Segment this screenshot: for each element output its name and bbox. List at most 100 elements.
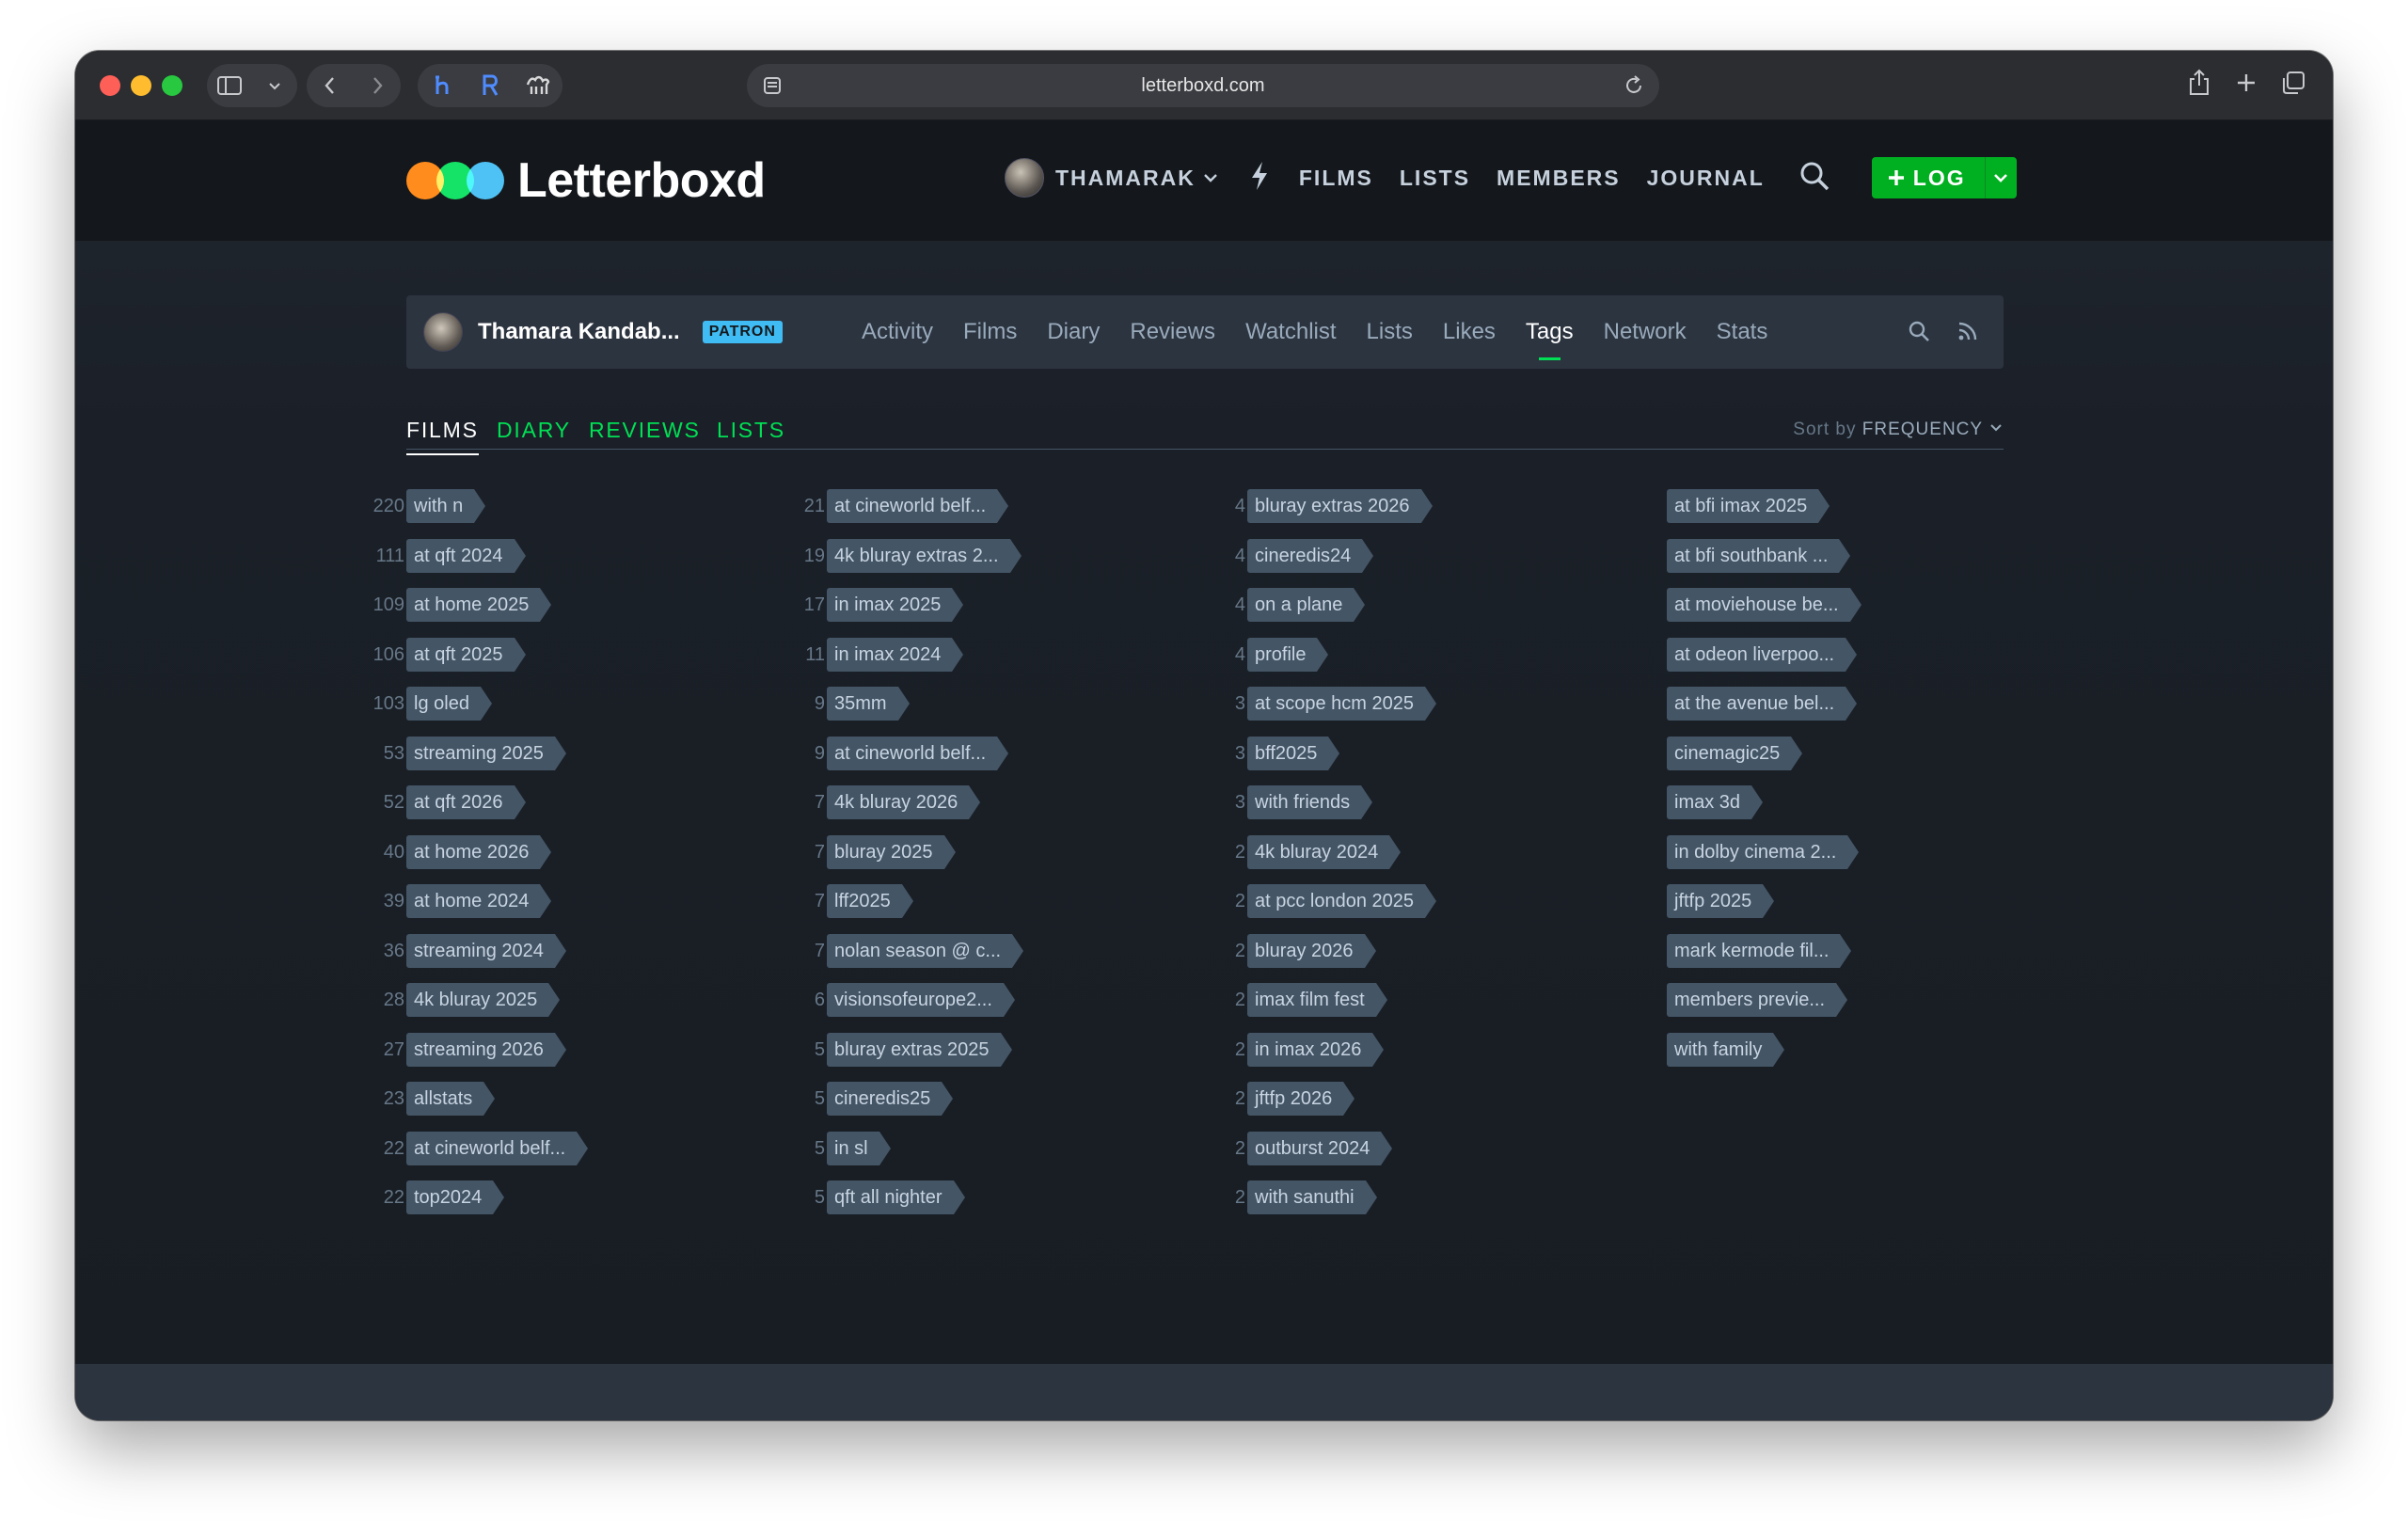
page-menu-icon[interactable] bbox=[760, 73, 784, 98]
nav-members[interactable]: MEMBERS bbox=[1497, 166, 1621, 191]
nav-lists[interactable]: LISTS bbox=[1400, 166, 1470, 191]
tag-link[interactable]: at home 2026 bbox=[406, 835, 552, 869]
tag-link[interactable]: streaming 2025 bbox=[406, 737, 566, 770]
tag-link[interactable]: nolan season @ c... bbox=[827, 934, 1024, 968]
profile-avatar[interactable] bbox=[423, 312, 463, 352]
tag-link[interactable]: cinemagic25 bbox=[1667, 737, 1803, 770]
reload-icon[interactable] bbox=[1622, 73, 1646, 98]
profile-link-activity[interactable]: Activity bbox=[862, 319, 933, 345]
tag-link[interactable]: at home 2025 bbox=[406, 588, 552, 622]
rss-icon[interactable] bbox=[1956, 320, 1979, 342]
tag-link[interactable]: visionsofeurope2... bbox=[827, 983, 1015, 1017]
tag-link[interactable]: 4k bluray 2026 bbox=[827, 785, 981, 819]
minimize-window-button[interactable] bbox=[131, 75, 151, 96]
tag-link[interactable]: in sl bbox=[827, 1132, 891, 1165]
extension-r-icon[interactable] bbox=[471, 67, 509, 104]
tag-link[interactable]: on a plane bbox=[1247, 588, 1366, 622]
tag-link[interactable]: bluray extras 2026 bbox=[1247, 489, 1433, 523]
zoom-window-button[interactable] bbox=[162, 75, 182, 96]
tag-link[interactable]: with n bbox=[406, 489, 486, 523]
tag-link[interactable]: 4k bluray 2025 bbox=[406, 983, 561, 1017]
tag-link[interactable]: 35mm bbox=[827, 687, 910, 721]
sort-dropdown[interactable]: Sort by FREQUENCY bbox=[1793, 420, 2004, 440]
profile-link-diary[interactable]: Diary bbox=[1047, 319, 1100, 345]
profile-name[interactable]: Thamara Kandab... bbox=[478, 319, 680, 345]
nav-films[interactable]: FILMS bbox=[1299, 166, 1373, 191]
tag-link[interactable]: at odeon liverpoo... bbox=[1667, 638, 1858, 672]
tag-link[interactable]: jftfp 2025 bbox=[1667, 884, 1775, 918]
tag-link[interactable]: profile bbox=[1247, 638, 1330, 672]
tag-link[interactable]: in imax 2026 bbox=[1247, 1033, 1385, 1067]
tag-link[interactable]: mark kermode fil... bbox=[1667, 934, 1853, 968]
tag-link[interactable]: at qft 2024 bbox=[406, 539, 526, 573]
tag-link[interactable]: streaming 2024 bbox=[406, 934, 566, 968]
log-options-chevron-icon[interactable] bbox=[1984, 157, 2017, 198]
profile-link-films[interactable]: Films bbox=[963, 319, 1017, 345]
tag-link[interactable]: at cineworld belf... bbox=[406, 1132, 589, 1165]
tag-link[interactable]: outburst 2024 bbox=[1247, 1132, 1393, 1165]
log-button[interactable]: LOG bbox=[1871, 157, 2017, 198]
tag-link[interactable]: jftfp 2026 bbox=[1247, 1082, 1355, 1116]
tag-link[interactable]: lff2025 bbox=[827, 884, 913, 918]
tag-link[interactable]: at bfi southbank ... bbox=[1667, 539, 1851, 573]
tag-link[interactable]: at cineworld belf... bbox=[827, 489, 1009, 523]
new-tab-icon[interactable] bbox=[2227, 64, 2265, 102]
tag-link[interactable]: in imax 2024 bbox=[827, 638, 964, 672]
tag-link[interactable]: at moviehouse be... bbox=[1667, 588, 1861, 622]
profile-link-likes[interactable]: Likes bbox=[1443, 319, 1496, 345]
tag-link[interactable]: with friends bbox=[1247, 785, 1373, 819]
close-window-button[interactable] bbox=[100, 75, 120, 96]
tag-link[interactable]: at qft 2026 bbox=[406, 785, 526, 819]
tag-link[interactable]: qft all nighter bbox=[827, 1180, 964, 1214]
tag-link[interactable]: bluray extras 2025 bbox=[827, 1033, 1012, 1067]
tag-link[interactable]: streaming 2026 bbox=[406, 1033, 566, 1067]
tag-link[interactable]: at scope hcm 2025 bbox=[1247, 687, 1436, 721]
tag-link[interactable]: cineredis24 bbox=[1247, 539, 1374, 573]
nav-journal[interactable]: JOURNAL bbox=[1647, 166, 1765, 191]
forward-icon[interactable] bbox=[358, 67, 396, 104]
tag-link[interactable]: 4k bluray extras 2... bbox=[827, 539, 1022, 573]
tag-link[interactable]: allstats bbox=[406, 1082, 496, 1116]
tag-link[interactable]: 4k bluray 2024 bbox=[1247, 835, 1402, 869]
tag-link[interactable]: at cineworld belf... bbox=[827, 737, 1009, 770]
activity-bolt-icon[interactable] bbox=[1248, 160, 1271, 197]
tag-link[interactable]: members previe... bbox=[1667, 983, 1848, 1017]
profile-link-watchlist[interactable]: Watchlist bbox=[1245, 319, 1336, 345]
camel-icon[interactable] bbox=[519, 67, 557, 104]
tag-link[interactable]: with family bbox=[1667, 1033, 1785, 1067]
address-bar[interactable]: letterboxd.com bbox=[747, 64, 1659, 107]
tab-diary[interactable]: DIARY bbox=[497, 418, 571, 443]
tag-link[interactable]: at qft 2025 bbox=[406, 638, 526, 672]
profile-search-icon[interactable] bbox=[1908, 320, 1930, 342]
tab-reviews[interactable]: REVIEWS bbox=[589, 418, 701, 443]
profile-link-reviews[interactable]: Reviews bbox=[1130, 319, 1215, 345]
tag-link[interactable]: bluray 2025 bbox=[827, 835, 956, 869]
tag-link[interactable]: lg oled bbox=[406, 687, 492, 721]
extension-icon[interactable] bbox=[423, 67, 461, 104]
tag-link[interactable]: imax 3d bbox=[1667, 785, 1764, 819]
tag-link[interactable]: imax film fest bbox=[1247, 983, 1387, 1017]
share-icon[interactable] bbox=[2180, 64, 2218, 102]
tag-link[interactable]: at the avenue bel... bbox=[1667, 687, 1858, 721]
profile-link-stats[interactable]: Stats bbox=[1717, 319, 1768, 345]
nav-user-menu[interactable]: THAMARAK bbox=[1005, 158, 1220, 198]
sidebar-icon[interactable] bbox=[211, 67, 248, 104]
search-icon[interactable] bbox=[1798, 160, 1830, 197]
profile-link-tags[interactable]: Tags bbox=[1526, 319, 1574, 360]
tag-link[interactable]: bff2025 bbox=[1247, 737, 1340, 770]
tag-link[interactable]: in dolby cinema 2... bbox=[1667, 835, 1860, 869]
tab-lists[interactable]: LISTS bbox=[717, 418, 785, 443]
profile-link-lists[interactable]: Lists bbox=[1367, 319, 1413, 345]
letterboxd-logo[interactable]: Letterboxd bbox=[406, 152, 766, 209]
tag-link[interactable]: at pcc london 2025 bbox=[1247, 884, 1437, 918]
chevron-down-icon[interactable] bbox=[256, 67, 293, 104]
tag-link[interactable]: at bfi imax 2025 bbox=[1667, 489, 1830, 523]
tab-films[interactable]: FILMS bbox=[406, 418, 479, 455]
tab-overview-icon[interactable] bbox=[2274, 64, 2312, 102]
tag-link[interactable]: bluray 2026 bbox=[1247, 934, 1376, 968]
tag-link[interactable]: top2024 bbox=[406, 1180, 505, 1214]
tag-link[interactable]: cineredis25 bbox=[827, 1082, 954, 1116]
tag-link[interactable]: with sanuthi bbox=[1247, 1180, 1377, 1214]
tag-link[interactable]: at home 2024 bbox=[406, 884, 552, 918]
profile-link-network[interactable]: Network bbox=[1604, 319, 1687, 345]
